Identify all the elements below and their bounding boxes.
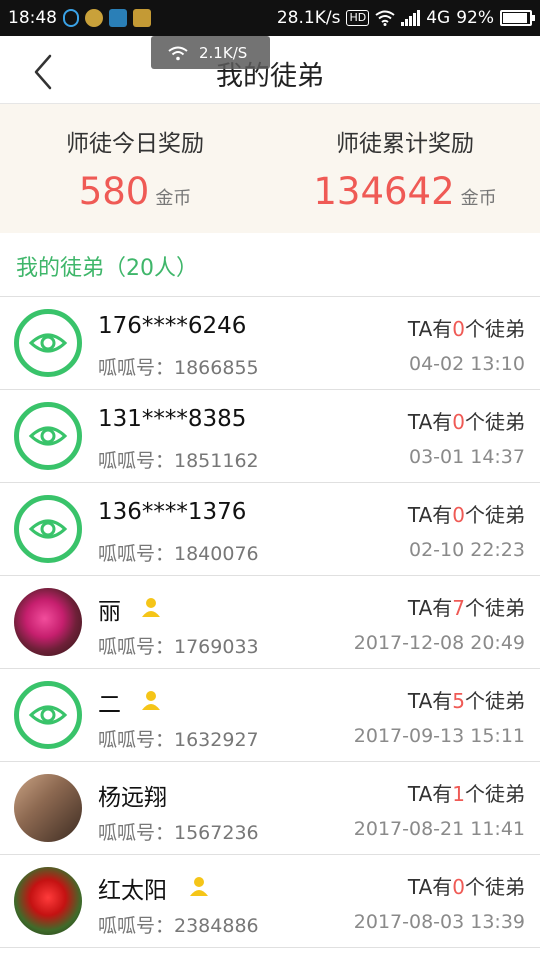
list-item[interactable]: 二 呱呱号：1632927 TA有5个徒弟 2017-09-13 15:11 [0,669,540,762]
section-title: 我的徒弟（20人） [16,256,198,281]
app-icon [85,9,103,27]
disciple-account: 呱呱号：1632927 [98,729,259,751]
page-title: 我的徒弟 [216,61,324,92]
disciple-time: 04-02 13:10 [408,353,525,375]
disciple-time: 02-10 22:23 [408,539,525,561]
list-item[interactable]: 红太阳 呱呱号：2384886 TA有0个徒弟 2017-08-03 13:39 [0,855,540,948]
total-reward-label: 师徒累计奖励 [336,131,474,157]
network-type: 4G [426,8,451,28]
scan-icon [109,9,127,27]
disciple-count: TA有1个徒弟 [407,782,525,806]
battery-fill [503,13,527,23]
list-item[interactable]: 131****8385 呱呱号：1851162 TA有0个徒弟 03-01 14… [0,390,540,483]
eye-icon [28,426,68,446]
disciple-name: 二 [98,692,121,718]
disciple-name: 176****6246 [98,313,247,339]
signal-icon [401,10,421,26]
disciple-account: 呱呱号：1866855 [98,357,259,379]
default-avatar [14,495,82,563]
user-icon [142,598,160,617]
status-time: 18:48 [8,8,57,28]
disciple-account: 呱呱号：1851162 [98,450,259,472]
disciple-account: 呱呱号：1769033 [98,636,259,658]
today-reward-label: 师徒今日奖励 [66,131,204,157]
disciple-count: TA有5个徒弟 [407,689,525,713]
disciple-name: 131****8385 [98,406,247,432]
today-reward: 师徒今日奖励 580 金币 [0,104,270,233]
speed-toast: 2.1K/S [151,36,270,69]
disciple-count: TA有7个徒弟 [407,596,525,620]
disciple-time: 2017-09-13 15:11 [353,725,525,747]
list-item[interactable]: 176****6246 呱呱号：1866855 TA有0个徒弟 04-02 13… [0,297,540,390]
disciple-time: 2017-08-21 11:41 [353,818,525,840]
net-speed: 28.1K/s [276,8,341,28]
total-reward-unit: 金币 [460,188,497,209]
disciple-time: 2017-12-08 20:49 [353,632,525,654]
default-avatar [14,681,82,749]
disciple-account: 呱呱号：2384886 [98,915,259,937]
list-item[interactable]: 136****1376 呱呱号：1840076 TA有0个徒弟 02-10 22… [0,483,540,576]
app-icon [133,9,151,27]
list-item[interactable]: 杨远翔 呱呱号：1567236 TA有1个徒弟 2017-08-21 11:41 [0,762,540,855]
headset-icon [63,9,79,27]
list-item[interactable]: 丽 呱呱号：1769033 TA有7个徒弟 2017-12-08 20:49 [0,576,540,669]
default-avatar [14,309,82,377]
rewards-panel: 师徒今日奖励 580 金币 师徒累计奖励 134642 金币 [0,104,540,233]
eye-icon [28,519,68,539]
disciple-time: 03-01 14:37 [408,446,525,468]
disciple-count: TA有0个徒弟 [407,410,525,434]
disciple-name: 丽 [98,599,121,625]
today-reward-value: 580 [78,170,150,213]
user-avatar [14,867,82,935]
speed-toast-text: 2.1K/S [199,43,248,62]
disciple-count: TA有0个徒弟 [407,503,525,527]
disciple-account: 呱呱号：1567236 [98,822,259,844]
hd-badge: HD [346,10,370,26]
screen: 18:48 28.1K/s HD 4G 92% 我的徒弟 2.1K/S 师徒今日… [0,0,540,960]
status-bar: 18:48 28.1K/s HD 4G 92% [0,0,540,36]
disciple-name: 杨远翔 [98,785,167,811]
disciple-name: 136****1376 [98,499,247,525]
battery-icon [500,10,535,26]
user-avatar [14,774,82,842]
disciple-list: 176****6246 呱呱号：1866855 TA有0个徒弟 04-02 13… [0,296,540,948]
battery-percent: 92% [456,8,494,28]
total-reward-value: 134642 [313,170,455,213]
header: 我的徒弟 2.1K/S [0,36,540,104]
eye-icon [28,333,68,353]
disciple-count: TA有0个徒弟 [407,875,525,899]
eye-icon [28,705,68,725]
user-icon [142,691,160,710]
disciple-count: TA有0个徒弟 [407,317,525,341]
user-icon [190,877,208,896]
wifi-icon [168,46,188,60]
today-reward-unit: 金币 [155,188,192,209]
default-avatar [14,402,82,470]
disciple-time: 2017-08-03 13:39 [353,911,525,933]
wifi-icon [375,10,395,26]
user-avatar [14,588,82,656]
total-reward: 师徒累计奖励 134642 金币 [270,104,540,233]
disciple-name: 红太阳 [98,878,167,904]
disciple-account: 呱呱号：1840076 [98,543,259,565]
